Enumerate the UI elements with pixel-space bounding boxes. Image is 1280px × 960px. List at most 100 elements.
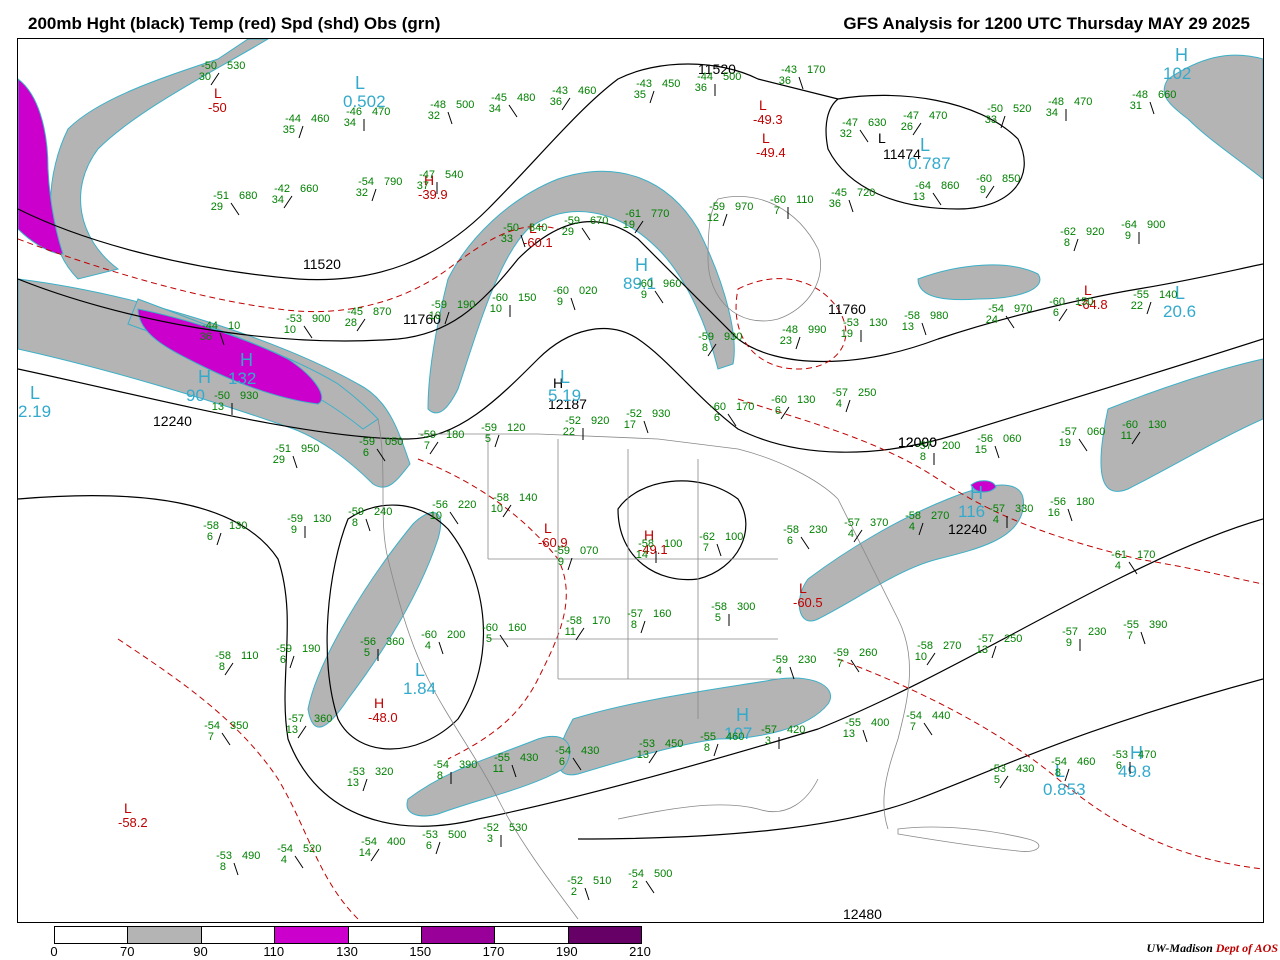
legend-tick-label: 190 xyxy=(555,944,578,959)
speed-legend-bar xyxy=(54,926,642,944)
obs-height: 230 xyxy=(809,524,827,536)
speed-center-value: 5.19 xyxy=(548,386,581,405)
obs-dewpoint: 6 xyxy=(426,840,432,852)
obs-height: 720 xyxy=(857,187,875,199)
jet-streak-labrador xyxy=(917,264,1041,301)
temp-center-symbol: L xyxy=(544,520,552,536)
obs-dewpoint: 22 xyxy=(563,426,575,438)
wind-barb xyxy=(233,862,239,876)
temp-center-value: -60.5 xyxy=(793,595,823,610)
obs-dewpoint: 13 xyxy=(637,749,649,761)
obs-height: 990 xyxy=(808,324,826,336)
obs-height: 440 xyxy=(932,710,950,722)
obs-height: 470 xyxy=(1138,749,1156,761)
speed-center-value: 49.8 xyxy=(1118,762,1151,781)
wind-barb xyxy=(365,518,371,532)
wind-barb xyxy=(561,97,571,111)
obs-height: 970 xyxy=(1014,303,1032,315)
obs-dewpoint: 6 xyxy=(280,654,286,666)
obs-dewpoint: 9 xyxy=(291,524,297,536)
obs-dewpoint: 29 xyxy=(562,226,574,238)
temp-center-symbol: L xyxy=(759,97,767,113)
obs-height: 860 xyxy=(941,180,959,192)
wind-barb xyxy=(1140,631,1146,645)
map-canvas: 1152011760120001224012480114741218712000… xyxy=(18,39,1263,922)
obs-height: 140 xyxy=(1159,289,1177,301)
wind-barb xyxy=(845,399,851,413)
obs-height: 200 xyxy=(447,629,465,641)
wind-barb xyxy=(303,325,313,339)
obs-dewpoint: 22 xyxy=(1131,300,1143,312)
obs-height: 170 xyxy=(1137,549,1155,561)
obs-dewpoint: 10 xyxy=(915,651,927,663)
legend-swatch xyxy=(275,927,349,943)
legend-swatch xyxy=(55,927,129,943)
obs-height: 970 xyxy=(735,201,753,213)
wind-barb xyxy=(1073,238,1079,252)
obs-dewpoint: 8 xyxy=(920,451,926,463)
obs-height: 870 xyxy=(373,306,391,318)
obs-height: 390 xyxy=(1149,619,1167,631)
obs-height: 130 xyxy=(797,394,815,406)
obs-dewpoint: 7 xyxy=(837,658,843,670)
wind-barb xyxy=(570,297,576,311)
obs-height: 460 xyxy=(311,113,329,125)
wind-barb xyxy=(362,778,368,792)
speed-center-symbol: H xyxy=(240,350,253,370)
obs-height: 770 xyxy=(651,208,669,220)
wind-barb xyxy=(800,536,810,550)
obs-height: 10 xyxy=(228,320,240,332)
obs-height: 930 xyxy=(652,408,670,420)
obs-dewpoint: 8 xyxy=(220,861,226,873)
wind-barb xyxy=(370,848,380,862)
wind-barb xyxy=(932,192,942,206)
obs-dewpoint: 7 xyxy=(208,731,214,743)
height-label: 11520 xyxy=(303,256,341,272)
jet-streak-west-arc xyxy=(50,39,269,280)
obs-dewpoint: 8 xyxy=(631,619,637,631)
obs-height: 130 xyxy=(869,317,887,329)
obs-height: 660 xyxy=(300,183,318,195)
obs-height: 450 xyxy=(665,738,683,750)
obs-height: 920 xyxy=(1086,226,1104,238)
obs-height: 530 xyxy=(509,822,527,834)
obs-dewpoint: 6 xyxy=(207,531,213,543)
obs-dewpoint: 7 xyxy=(1127,630,1133,642)
obs-height: 370 xyxy=(870,517,888,529)
wind-barb xyxy=(494,434,500,448)
wind-barb xyxy=(224,662,234,676)
wind-barb xyxy=(499,634,509,648)
obs-dewpoint: 30 xyxy=(199,71,211,83)
obs-height: 360 xyxy=(386,636,404,648)
speed-center-symbol: H xyxy=(1175,45,1188,65)
obs-height: 330 xyxy=(1015,503,1033,515)
obs-dewpoint: 4 xyxy=(776,665,782,677)
speed-center-symbol: L xyxy=(560,367,570,387)
obs-height: 190 xyxy=(457,299,475,311)
obs-dewpoint: 13 xyxy=(347,777,359,789)
obs-dewpoint: 6 xyxy=(775,405,781,417)
obs-dewpoint: 33 xyxy=(985,114,997,126)
height-center-symbol: L xyxy=(878,130,886,146)
obs-dewpoint: 34 xyxy=(344,117,356,129)
obs-dewpoint: 24 xyxy=(986,314,998,326)
obs-height: 660 xyxy=(1158,89,1176,101)
obs-dewpoint: 14 xyxy=(359,847,371,859)
obs-height: 130 xyxy=(229,520,247,532)
height-label: 12240 xyxy=(153,413,192,429)
obs-height: 790 xyxy=(384,176,402,188)
obs-dewpoint: 35 xyxy=(283,124,295,136)
speed-center-symbol: L xyxy=(920,135,930,155)
wind-barb xyxy=(716,543,722,557)
obs-height: 110 xyxy=(796,194,814,206)
wind-barb xyxy=(1078,438,1088,452)
obs-height: 460 xyxy=(578,85,596,97)
obs-height: 500 xyxy=(448,829,466,841)
legend-swatch xyxy=(568,927,641,943)
wind-barb xyxy=(581,227,591,241)
wind-barb xyxy=(789,666,795,680)
obs-height: 500 xyxy=(654,868,672,880)
obs-dewpoint: 15 xyxy=(975,444,987,456)
obs-dewpoint: 36 xyxy=(200,331,212,343)
obs-dewpoint: 9 xyxy=(641,289,647,301)
